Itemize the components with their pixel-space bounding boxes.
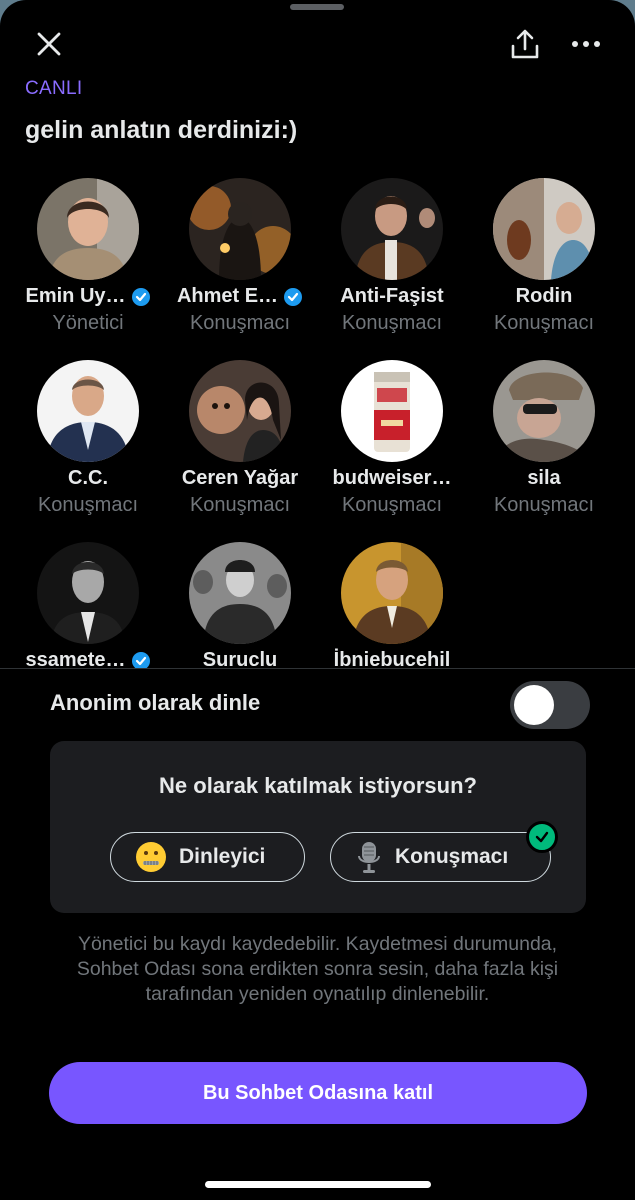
participant-name: Ceren Yağar — [181, 467, 299, 489]
participant-name: ssamete… — [25, 649, 126, 668]
participant-role: Konuşmacı — [37, 494, 139, 516]
participant[interactable]: Suruclu — [165, 542, 315, 668]
avatar — [341, 360, 443, 462]
avatar — [189, 178, 291, 280]
selected-check-icon — [526, 821, 558, 853]
participant-name: Rodin — [515, 285, 573, 307]
zipper-mouth-face-icon — [136, 842, 166, 872]
participant-role: Konuşmacı — [189, 494, 291, 516]
avatar — [37, 178, 139, 280]
participant-name: Ahmet E… — [176, 285, 279, 307]
join-space-button[interactable]: Bu Sohbet Odasına katıl — [49, 1062, 587, 1124]
join-question: Ne olarak katılmak istiyorsun? — [159, 773, 477, 798]
space-title: gelin anlatın derdinizi:) — [25, 116, 298, 144]
sheet-grabber[interactable] — [290, 4, 344, 10]
participant[interactable]: Emin Uy… Yönetici — [13, 178, 163, 335]
close-button[interactable] — [29, 24, 69, 64]
avatar — [37, 360, 139, 462]
anonymous-toggle[interactable] — [510, 681, 590, 729]
participant-name: Anti-Faşist — [340, 285, 444, 307]
participant-name: budweiser… — [332, 467, 452, 489]
participant-role: Konuşmacı — [341, 312, 443, 334]
participant[interactable]: C.C. Konuşmacı — [13, 360, 163, 517]
more-icon — [572, 41, 600, 47]
avatar — [493, 178, 595, 280]
participant-name: Emin Uy… — [25, 285, 126, 307]
listener-label: Dinleyici — [179, 845, 266, 868]
avatar — [341, 542, 443, 644]
listener-button[interactable]: Dinleyici — [110, 832, 305, 882]
verified-badge-icon — [131, 651, 150, 668]
toggle-knob — [514, 685, 554, 725]
participant[interactable]: ssamete… — [13, 542, 163, 668]
avatar — [341, 178, 443, 280]
avatar — [493, 360, 595, 462]
participant[interactable]: Ahmet E… Konuşmacı — [165, 178, 315, 335]
participant-role: Konuşmacı — [189, 312, 291, 334]
participant-name: sila — [527, 467, 561, 489]
participant-role: Yönetici — [52, 312, 124, 334]
verified-badge-icon — [131, 287, 150, 306]
live-status: CANLI — [25, 78, 83, 99]
home-indicator[interactable] — [205, 1181, 431, 1188]
participant[interactable]: İbniebucehil — [317, 542, 467, 668]
participants-grid: Emin Uy… Yönetici Ahmet E… Konuşmacı Ant… — [0, 178, 635, 668]
close-icon — [37, 32, 61, 56]
participant-role: Konuşmacı — [341, 494, 443, 516]
share-icon — [511, 29, 539, 59]
avatar — [37, 542, 139, 644]
participant[interactable]: budweiser… Konuşmacı — [317, 360, 467, 517]
avatar — [189, 542, 291, 644]
share-button[interactable] — [505, 24, 545, 64]
avatar — [189, 360, 291, 462]
recording-disclaimer: Yönetici bu kaydı kaydedebilir. Kaydetme… — [76, 933, 559, 1005]
speaker-label: Konuşmacı — [395, 845, 509, 868]
participant[interactable]: sila Konuşmacı — [469, 360, 619, 517]
participant-role: Konuşmacı — [493, 494, 595, 516]
verified-badge-icon — [284, 287, 303, 306]
participant-name: C.C. — [68, 467, 108, 489]
microphone-icon — [358, 842, 380, 873]
participant[interactable]: Ceren Yağar Konuşmacı — [165, 360, 315, 517]
participant[interactable]: Anti-Faşist Konuşmacı — [317, 178, 467, 335]
participant-name: Suruclu — [202, 649, 278, 668]
more-button[interactable] — [566, 24, 606, 64]
divider — [0, 668, 635, 669]
anonymous-label: Anonim olarak dinle — [50, 690, 261, 715]
participant-name: İbniebucehil — [333, 649, 451, 668]
space-sheet: CANLI gelin anlatın derdinizi:) Emin Uy…… — [0, 0, 635, 1200]
join-role-card: Ne olarak katılmak istiyorsun? Dinleyici… — [50, 741, 586, 913]
speaker-button[interactable]: Konuşmacı — [330, 821, 558, 882]
participant-role: Konuşmacı — [493, 312, 595, 334]
participant[interactable]: Rodin Konuşmacı — [469, 178, 619, 335]
